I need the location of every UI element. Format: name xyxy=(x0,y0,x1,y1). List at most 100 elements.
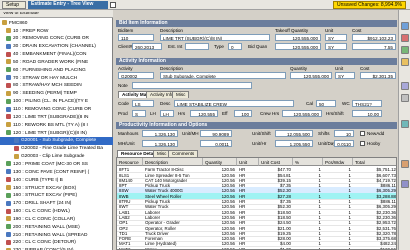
tree-root[interactable]: FMC860 xyxy=(0,19,113,27)
cal-field[interactable]: 50 xyxy=(316,100,336,107)
unit-day-label: Unit/Day xyxy=(318,141,336,146)
unit-mh-field[interactable]: 90.9089 xyxy=(200,130,232,137)
unsaved-changes-badge: Unsaved Changes: 8,994.9% xyxy=(332,1,406,9)
tree-item-label: 90 : SEEDING (PERM) TEMP xyxy=(13,91,77,97)
client-field[interactable]: 260.2013 xyxy=(132,43,162,50)
edit-icon[interactable] xyxy=(401,160,409,168)
table-row[interactable]: MAT2 Water 120.56 HR $1.00 1 1 $120.56 xyxy=(117,246,396,249)
activity-cost-field: $2,301.35 xyxy=(360,72,396,79)
tree-item-label: 120 : PRIME COAT (MC-30 OR SS xyxy=(13,161,88,167)
tree-item-label: 20 : REMOVING CONC (CURB OR xyxy=(13,36,89,42)
tree-item-label: 130 : CONC PAVE (CONT REINF) ( xyxy=(13,169,90,175)
crew-desc-field[interactable]: LIME STABILIZE CREW xyxy=(174,100,294,107)
tree-item-label: 220 : CL C CONC (DETOUR) xyxy=(13,240,76,246)
item-icon xyxy=(6,51,11,57)
hrs-shift-label: Hrs/Shift xyxy=(326,111,344,116)
folder-icon xyxy=(2,20,7,25)
unit-cost-field: 7.55 xyxy=(352,43,396,50)
bid-unit-field[interactable]: SY xyxy=(325,43,347,50)
bid-qty-field[interactable]: 120,555.000 xyxy=(275,43,321,50)
settings-icon[interactable] xyxy=(401,180,409,188)
activity-field[interactable]: G20002 xyxy=(118,72,154,79)
item-icon xyxy=(6,122,11,128)
tree-item-label: 120 : LIME TRT (SUBGR)(C)(8 IN) xyxy=(13,130,87,136)
tree-item-label: 150 : STRUCT EXCAV (BOX) xyxy=(13,185,77,191)
lh-field[interactable]: LH xyxy=(160,110,174,117)
shifts-field[interactable]: 10 xyxy=(334,130,354,137)
biditem-field[interactable]: 110 xyxy=(118,34,154,41)
hrs-field[interactable]: 120,555 xyxy=(190,110,218,117)
item-icon xyxy=(6,200,11,206)
activity-unit-label: Unit xyxy=(335,66,344,71)
col-percent[interactable]: % xyxy=(293,158,323,166)
unit-mh-label: Unit/MH xyxy=(182,131,199,136)
unit-field[interactable]: SY xyxy=(325,34,347,41)
unit-day-field[interactable]: 0.0110 xyxy=(334,140,354,147)
crew-hrs-field[interactable]: 120,555.000 xyxy=(282,110,322,117)
folder-icon[interactable] xyxy=(401,58,409,66)
delete-icon[interactable] xyxy=(401,34,409,42)
takeoff-qty-field[interactable]: 120,555.000 xyxy=(275,34,321,41)
eff-label: Eff xyxy=(222,111,228,116)
save-icon[interactable] xyxy=(401,22,409,30)
tab-misc[interactable]: Misc xyxy=(172,91,190,98)
note-field[interactable] xyxy=(132,82,252,89)
unit-hr-field[interactable]: 1,205.550 xyxy=(275,140,313,147)
type-field[interactable]: 0 xyxy=(228,43,242,50)
eff-field[interactable]: 100 xyxy=(234,110,252,117)
new-add-label: NewAdd xyxy=(367,131,385,136)
activity-cost-label: Cost xyxy=(360,66,370,71)
activity-description-field[interactable]: Stub Subgrade, Complete xyxy=(160,72,286,79)
col-unit[interactable]: Unit xyxy=(237,158,259,166)
tree-item-label: 50 : ROAD GRADER WORK (FINE xyxy=(13,59,89,65)
col-description[interactable]: Description xyxy=(143,158,203,166)
mh-unit-label: MH/Unit xyxy=(118,141,135,146)
new-add-checkbox[interactable] xyxy=(360,131,365,136)
setup-button[interactable]: Setup xyxy=(2,1,26,9)
hooby-checkbox[interactable] xyxy=(360,141,365,146)
tree-item-label: 200 : RETAINING WALL (MSE) xyxy=(13,224,80,230)
cost-label: Cost xyxy=(352,28,362,33)
col-unit-cost[interactable]: Unit Cost xyxy=(259,158,293,166)
refresh-icon[interactable] xyxy=(401,120,409,128)
item-icon xyxy=(6,239,11,245)
prod-field[interactable]: S xyxy=(132,110,146,117)
hrs-shift-field[interactable]: 10.00 xyxy=(352,110,382,117)
copy-icon[interactable] xyxy=(401,94,409,102)
add-icon[interactable] xyxy=(401,46,409,54)
wc-field[interactable]: THS21? xyxy=(352,100,382,107)
tree-item-label: G20003 - Clip Lime Subgrade xyxy=(21,154,85,160)
col-quantity[interactable]: Quantity xyxy=(203,158,237,166)
unit-shift-field[interactable]: 12,055.500 xyxy=(275,130,313,137)
close-icon[interactable] xyxy=(110,2,116,8)
title-bar: Setup Estimate Entry - Tree View Unsaved… xyxy=(0,0,410,10)
col-pcs-wdw[interactable]: Pcs/Wdw xyxy=(323,158,353,166)
item-icon xyxy=(6,192,11,198)
activity-unit-field[interactable]: SY xyxy=(335,72,355,79)
tree-item-label: 110 : REMOVING CONC (CURB OR xyxy=(13,107,92,112)
tab-comments[interactable]: Comments xyxy=(168,150,199,157)
mh-unit-field[interactable]: 1,326.130 xyxy=(142,140,178,147)
tree-item-label: 110 : REWORK BS MTL (TY A) (8 I xyxy=(13,122,88,128)
tree-header: View of Estimate xyxy=(0,10,113,18)
cal-label: Cal xyxy=(306,101,313,106)
est-int-field[interactable] xyxy=(185,43,209,50)
calculator-icon[interactable] xyxy=(401,82,409,90)
hrs-label: Hrs xyxy=(178,111,186,116)
productivity-header: Productivity Information and Options xyxy=(116,122,397,129)
item-icon xyxy=(6,28,11,33)
tree-item-label: 140 : CURB (TYPE I) B xyxy=(13,177,63,183)
manhours-field[interactable]: 1,326.130 xyxy=(142,130,178,137)
item-icon xyxy=(6,82,11,88)
item-icon xyxy=(6,216,11,222)
unit-mh-field-2[interactable]: 0.0011 xyxy=(200,140,232,147)
client-label: Client# xyxy=(118,44,133,49)
description-field[interactable]: LIME TRT (SUBGR)(C)(8 IN) xyxy=(160,34,270,41)
col-total[interactable]: Total xyxy=(353,158,396,166)
col-resource[interactable]: Resource xyxy=(117,158,143,166)
bid-item-header: Bid Item Information xyxy=(116,20,397,27)
tree-item-label: 10 : PREP ROW xyxy=(13,28,49,34)
activity-quantity-field[interactable]: 120,555.000 xyxy=(290,72,332,79)
code-field[interactable]: LS xyxy=(132,100,154,107)
activity-label: Activity xyxy=(118,66,133,71)
